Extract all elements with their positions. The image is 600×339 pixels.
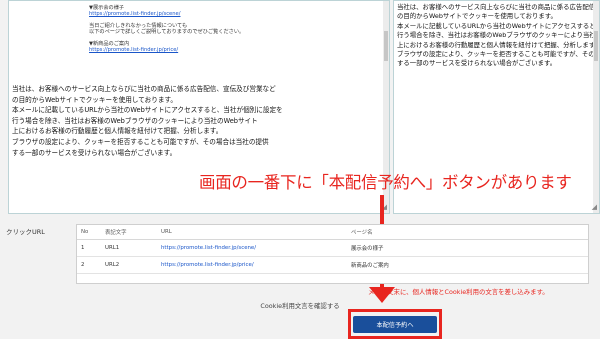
column-header-url: URL — [161, 225, 351, 240]
table-row: 2 URL2 https://promote.list-finder.jp/pr… — [77, 256, 588, 274]
schedule-send-button[interactable]: 本配信予約へ — [353, 316, 437, 333]
cell-url-link[interactable]: https://promote.list-finder.jp/scene/ — [161, 239, 351, 257]
preview-body-text: 当社は、お客様へのサービス向上ならびに当社の商品に係る広告配信、宣伝及 の目的か… — [397, 3, 600, 68]
click-url-table: No 表記文字 URL ページ名 1 URL1 https://promote.… — [76, 224, 589, 284]
column-header-label: 表記文字 — [105, 225, 161, 240]
column-header-page-name: ページ名 — [351, 225, 588, 240]
resize-handle-icon[interactable]: ◢ — [592, 203, 597, 211]
cell-url-link[interactable]: https://promote.list-finder.jp/price/ — [161, 256, 351, 274]
table-header-row: No 表記文字 URL ページ名 — [77, 225, 588, 240]
cookie-note-text: メール文末に、個人情報とCookie利用の文言を差し込みます。 — [368, 288, 549, 296]
cell-label: URL1 — [105, 239, 161, 257]
column-header-no: No — [77, 225, 105, 240]
template-line: 以下のページで詳しくご説明しておりますのでぜひご覧ください。 — [89, 29, 245, 36]
scrollbar-thumb[interactable] — [594, 31, 598, 61]
annotation-callout: 画面の一番下に「本配信予約へ」ボタンがあります — [199, 173, 572, 192]
template-link-price[interactable]: https://promote.list-finder.jp/price/ — [89, 47, 244, 53]
template-text-block: ▼展示会の様子 https://promote.list-finder.jp/s… — [89, 5, 244, 53]
table-row: 1 URL1 https://promote.list-finder.jp/sc… — [77, 239, 588, 257]
click-url-label: クリックURL — [6, 228, 45, 236]
cell-page-name: 新商品のご案内 — [351, 256, 588, 274]
cell-label: URL2 — [105, 256, 161, 274]
preview-scrollbar[interactable] — [593, 1, 599, 213]
cookie-confirm-link[interactable]: Cookie利用文言を確認する — [0, 301, 600, 310]
cell-no: 2 — [77, 256, 105, 274]
scrollbar-thumb[interactable] — [384, 31, 388, 61]
cookie-body-text: 当社は、お客様へのサービス向上ならびに当社の商品に係る広告配信、宣伝及び営業など… — [12, 85, 283, 157]
cell-no: 1 — [77, 239, 105, 257]
cell-page-name: 展示会の様子 — [351, 239, 588, 257]
